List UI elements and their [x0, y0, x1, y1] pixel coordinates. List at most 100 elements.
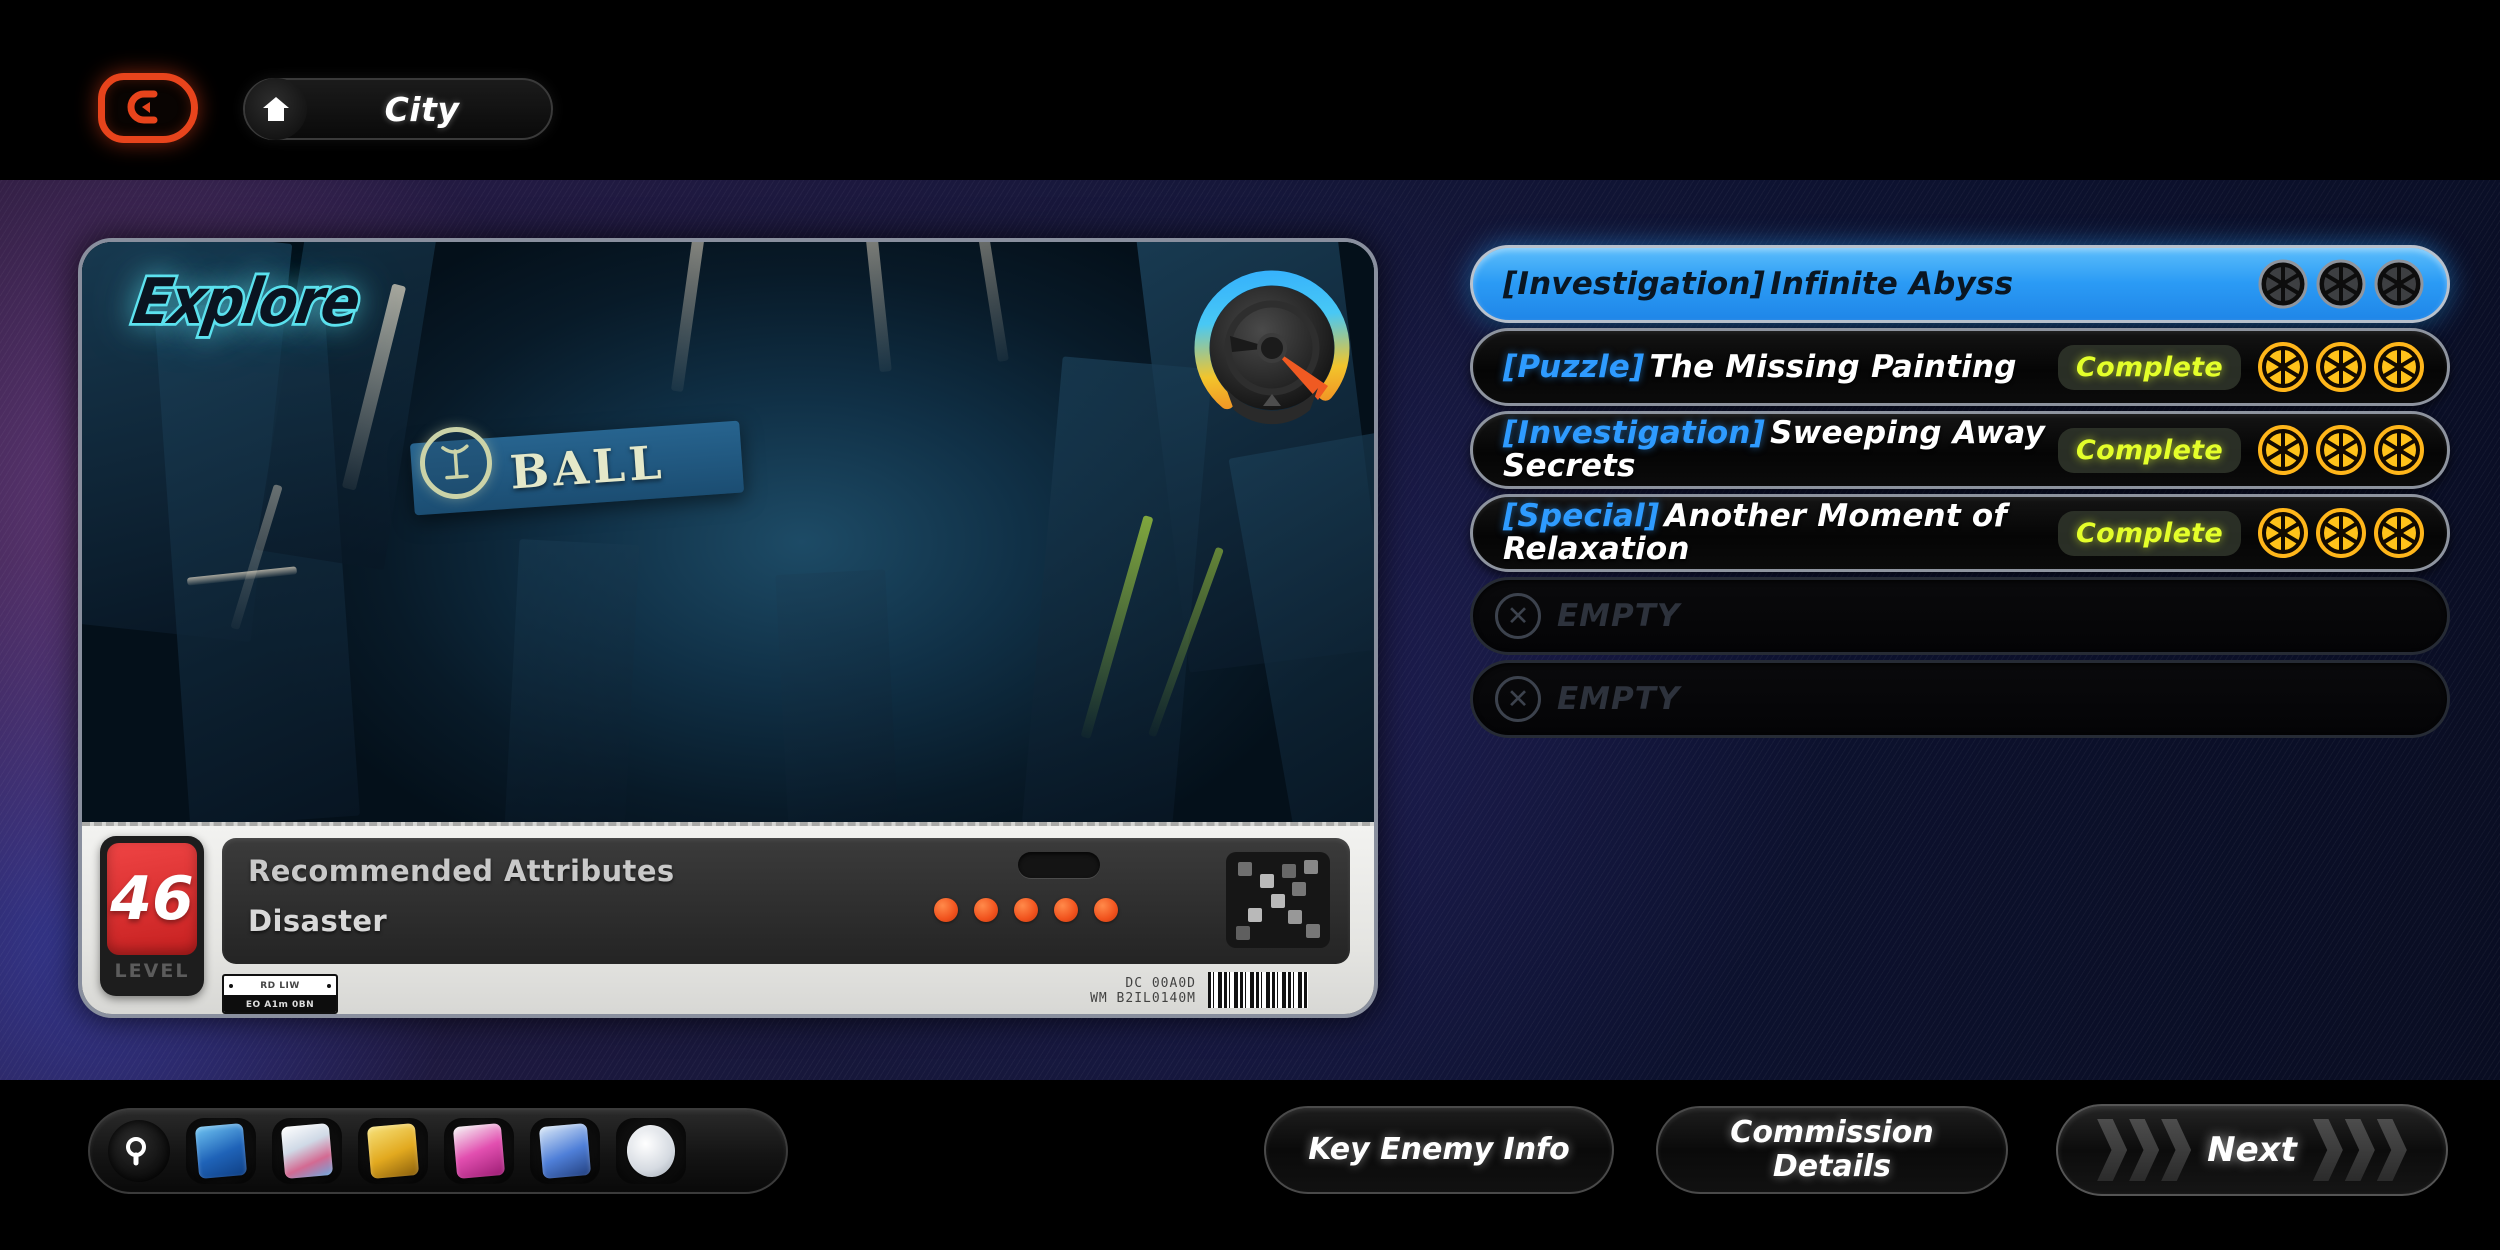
- mission-title: The Missing Painting: [1649, 348, 2017, 385]
- medal-locked-icon: [2316, 259, 2366, 309]
- mission-row-empty[interactable]: ✕ EMPTY: [1470, 577, 2450, 655]
- stage-info-card: 46 LEVEL Recommended Attributes Disaster: [82, 822, 1374, 1014]
- emblem-glyph-icon: [441, 444, 469, 480]
- difficulty-dots: [934, 898, 1118, 922]
- barcode-decoration: [1208, 972, 1308, 1008]
- decal-dot: [326, 983, 331, 988]
- tray-item-blue-card-icon[interactable]: [186, 1118, 256, 1184]
- stage-preview-image: BALL Explore: [82, 242, 1374, 822]
- card-decal-strip: RD LIW EO A1m 0BN: [222, 974, 338, 1014]
- level-number-box: 46: [107, 843, 197, 955]
- difficulty-dot: [1094, 898, 1118, 922]
- level-word: LEVEL: [114, 960, 190, 982]
- card-serial-number: DC 00A0D WM B2IL0140M: [1090, 977, 1196, 1006]
- attributes-heading: Recommended Attributes: [248, 854, 675, 888]
- medal-earned-icon: [2258, 425, 2308, 475]
- mission-medals: [2257, 258, 2447, 310]
- recommended-attributes-panel: Recommended Attributes Disaster: [222, 838, 1350, 964]
- medal-earned-icon: [2316, 508, 2366, 558]
- card-strip-bottom-text: EO A1m 0BN: [224, 995, 336, 1012]
- medal-earned-icon: [2374, 342, 2424, 392]
- close-circle-icon: ✕: [1495, 676, 1541, 722]
- medal-locked-icon: [2258, 259, 2308, 309]
- back-button[interactable]: [98, 73, 198, 143]
- serial-line-1: DC 00A0D: [1125, 976, 1196, 992]
- medal-locked-icon: [2374, 259, 2424, 309]
- commission-details-label: Commission Details: [1730, 1116, 1933, 1183]
- difficulty-dot: [1054, 898, 1078, 922]
- scene-sign-text: BALL: [508, 434, 667, 500]
- medal-earned-icon: [2316, 342, 2366, 392]
- stage-preview-panel[interactable]: BALL Explore 46 LEVEL Recommended Attrib…: [78, 238, 1378, 1018]
- breadcrumb-label: City: [384, 89, 460, 129]
- chevron-right-icon: [2376, 1119, 2407, 1181]
- tray-item-gold-dice-icon[interactable]: [358, 1118, 428, 1184]
- mission-medals: [2257, 341, 2447, 393]
- medal-earned-icon: [2374, 425, 2424, 475]
- compass-gauge-dial: [1194, 270, 1350, 426]
- attributes-value: Disaster: [248, 904, 388, 938]
- card-strip-top-text: RD LIW: [260, 980, 300, 991]
- next-button[interactable]: Next: [2056, 1104, 2448, 1196]
- decal-dot: [229, 983, 233, 988]
- qr-pattern-icon: [1226, 852, 1330, 948]
- medal-earned-icon: [2258, 342, 2308, 392]
- card-slot-notch: [1018, 852, 1100, 878]
- difficulty-dot: [1014, 898, 1038, 922]
- search-icon[interactable]: [108, 1120, 170, 1182]
- serial-line-2: WM B2IL0140M: [1090, 990, 1196, 1006]
- level-number: 46: [110, 864, 194, 934]
- game-screen: City BALL Explore 46 LEVEL Recommended A…: [0, 0, 2500, 1250]
- tray-item-magenta-box-icon[interactable]: [444, 1118, 514, 1184]
- mission-tag: [Investigation]: [1503, 265, 1765, 302]
- status-badge: Complete: [2057, 427, 2241, 473]
- mission-text: [Investigation] Sweeping Away Secrets: [1473, 417, 2058, 483]
- mission-text: [Puzzle] The Missing Painting: [1473, 348, 2058, 385]
- next-button-label: Next: [2207, 1130, 2297, 1170]
- mission-row[interactable]: [Puzzle] The Missing Painting Complete: [1470, 328, 2450, 406]
- page-title: Explore: [126, 263, 367, 341]
- level-badge: 46 LEVEL: [100, 836, 204, 996]
- key-enemy-info-button[interactable]: Key Enemy Info: [1264, 1106, 1614, 1194]
- tray-item-white-orb-icon[interactable]: [616, 1118, 686, 1184]
- close-circle-icon: ✕: [1495, 593, 1541, 639]
- mission-tag: [Investigation]: [1503, 415, 1765, 452]
- empty-slot-label: EMPTY: [1557, 681, 1681, 717]
- tray-item-white-card-icon[interactable]: [272, 1118, 342, 1184]
- mission-row-empty[interactable]: ✕ EMPTY: [1470, 660, 2450, 738]
- back-arrow-icon: [127, 90, 158, 124]
- card-decal-top: RD LIW: [224, 976, 336, 995]
- mission-text: [Investigation] Infinite Abyss: [1473, 265, 2257, 302]
- mission-row[interactable]: [Investigation] Sweeping Away Secrets Co…: [1470, 411, 2450, 489]
- medal-earned-icon: [2258, 508, 2308, 558]
- home-icon: [263, 97, 289, 121]
- commission-details-line2: Details: [1772, 1149, 1892, 1184]
- medal-earned-icon: [2316, 425, 2366, 475]
- status-badge: Complete: [2057, 510, 2241, 556]
- chevron-right-icon: [2312, 1119, 2343, 1181]
- mission-row[interactable]: [Investigation] Infinite Abyss: [1470, 245, 2450, 323]
- breadcrumb[interactable]: City: [243, 78, 553, 140]
- chevron-right-icon-group-left: [2097, 1119, 2192, 1181]
- difficulty-dot: [974, 898, 998, 922]
- commission-details-line1: Commission: [1730, 1115, 1934, 1151]
- chevron-right-icon: [2097, 1119, 2128, 1181]
- mission-tag: [Puzzle]: [1503, 348, 1645, 385]
- chevron-right-icon: [2129, 1119, 2160, 1181]
- mission-text: [Special] Another Moment of Relaxation: [1473, 500, 2058, 566]
- medal-earned-icon: [2374, 508, 2424, 558]
- mission-row[interactable]: [Special] Another Moment of Relaxation C…: [1470, 494, 2450, 572]
- empty-slot-label: EMPTY: [1557, 598, 1681, 634]
- chevron-right-icon: [2161, 1119, 2192, 1181]
- tray-item-blue-figure-icon[interactable]: [530, 1118, 600, 1184]
- commission-details-button[interactable]: Commission Details: [1656, 1106, 2008, 1194]
- magnifier-glyph-icon: [126, 1137, 146, 1166]
- top-bar: City: [0, 0, 2500, 180]
- home-icon-wrap: [245, 78, 307, 140]
- chevron-right-icon: [2344, 1119, 2375, 1181]
- difficulty-dot: [934, 898, 958, 922]
- mission-medals: [2257, 424, 2447, 476]
- status-badge: Complete: [2057, 344, 2241, 390]
- mission-tag: [Special]: [1503, 498, 1660, 535]
- mission-medals: [2257, 507, 2447, 559]
